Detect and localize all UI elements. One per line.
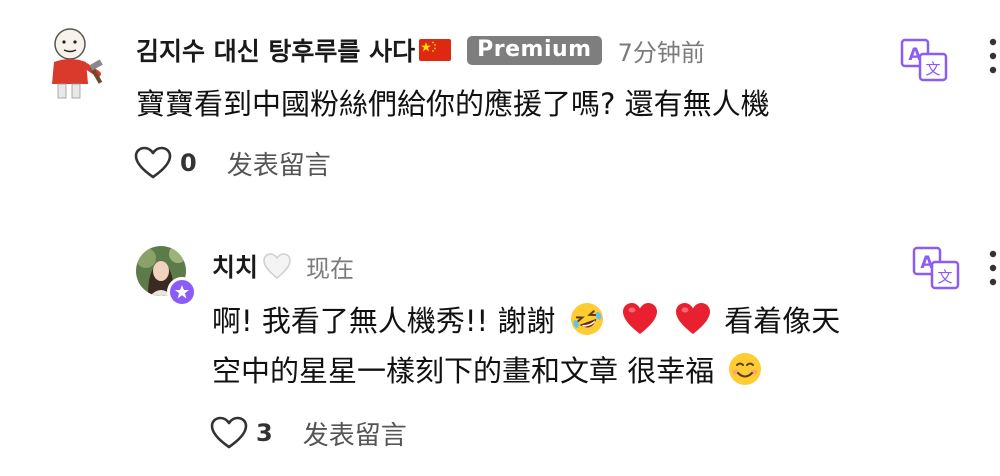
more-vertical-icon[interactable] [988, 248, 998, 288]
white-heart-icon [262, 252, 292, 280]
heart-outline-icon[interactable] [134, 146, 172, 180]
comment-text-segment: 空中的星星一樣刻下的畫和文章 很幸福 [212, 354, 715, 388]
svg-text:文: 文 [937, 268, 952, 286]
reply-button[interactable]: 发表留言 [303, 415, 407, 452]
comment-thread: 김지수 대신 탕후루를 사다 Premium 7分钟前 A 文 寶寶看到中國粉絲… [0, 0, 1000, 476]
comment-text-segment: 看着像天 [724, 304, 841, 338]
red-heart-emoji-icon [675, 301, 711, 337]
heart-outline-icon[interactable] [210, 416, 248, 450]
like-count: 3 [256, 419, 273, 447]
timestamp: 7分钟前 [617, 38, 705, 67]
svg-text:文: 文 [925, 60, 940, 78]
red-heart-emoji-icon [622, 301, 658, 337]
username[interactable]: 김지수 대신 탕후루를 사다 [136, 32, 415, 68]
comment-text-line: 啊! 我看了無人機秀!! 謝謝 看着像天 [212, 296, 942, 346]
username[interactable]: 치치 [212, 248, 258, 284]
avatar[interactable] [46, 22, 104, 100]
smiling-face-emoji-icon [727, 351, 763, 387]
comment-header: 치치 现在 [212, 246, 354, 286]
comment-header: 김지수 대신 탕후루를 사다 Premium 7分钟前 [136, 30, 705, 70]
premium-badge: Premium [467, 35, 602, 65]
more-vertical-icon[interactable] [988, 36, 998, 76]
comment-text-segment: 啊! 我看了無人機秀!! 謝謝 [212, 304, 556, 338]
timestamp: 现在 [306, 254, 355, 283]
rolling-laughing-emoji-icon [569, 301, 605, 337]
comment-text: 寶寶看到中國粉絲們給你的應援了嗎? 還有無人機 [136, 87, 770, 121]
creator-star-badge-icon [167, 277, 197, 307]
comment-actions: 0 发表留言 [134, 140, 331, 186]
translate-icon[interactable]: A 文 [912, 246, 960, 290]
comment-actions: 3 发表留言 [210, 410, 407, 456]
like-count: 0 [180, 149, 197, 177]
comment-text-line: 空中的星星一樣刻下的畫和文章 很幸福 [212, 346, 942, 396]
reply-button[interactable]: 发表留言 [227, 145, 331, 182]
comment-text: 啊! 我看了無人機秀!! 謝謝 看着像天 空中的星星一樣刻下的畫和文章 很幸福 [212, 296, 942, 396]
china-flag-icon [419, 39, 452, 61]
translate-icon[interactable]: A 文 [900, 38, 948, 82]
